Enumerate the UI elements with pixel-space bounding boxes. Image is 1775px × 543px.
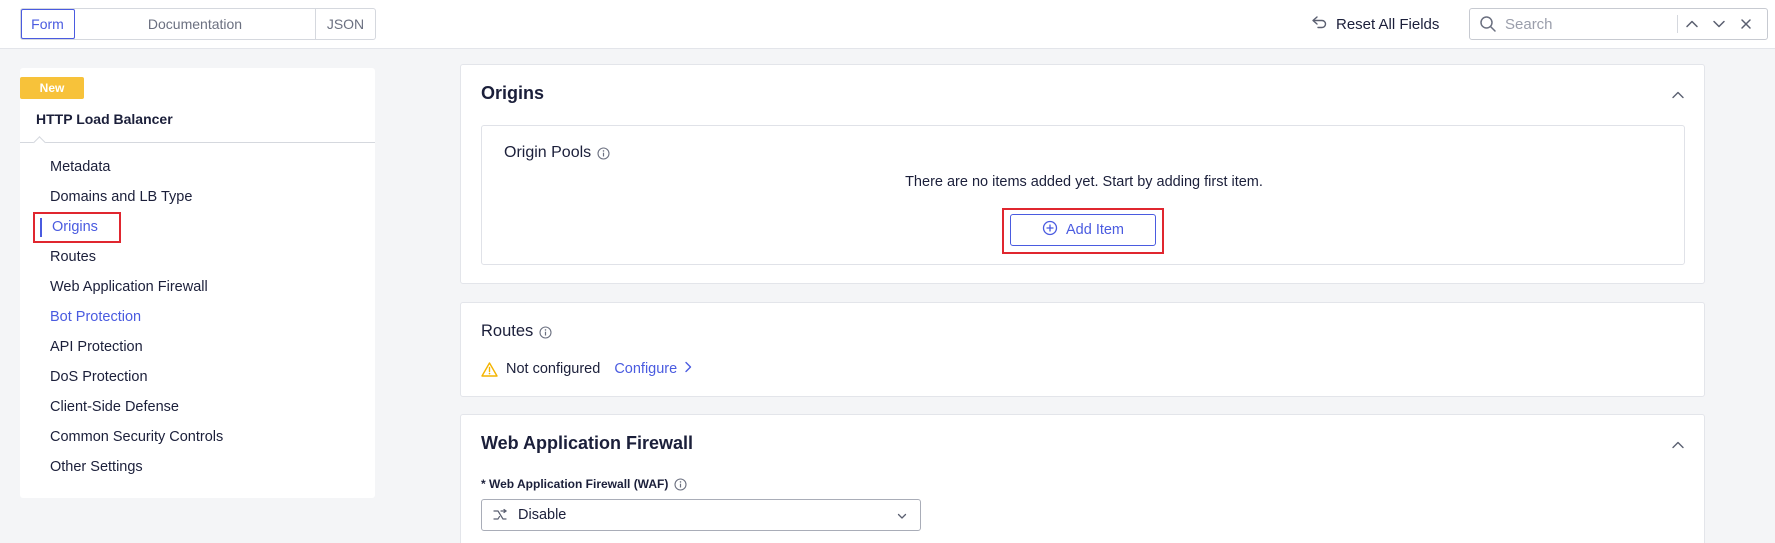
chevron-up-icon[interactable] bbox=[1670, 87, 1686, 103]
chevron-up-icon[interactable] bbox=[1678, 9, 1705, 39]
section-title: Origins bbox=[481, 83, 545, 103]
search-input[interactable] bbox=[1505, 15, 1671, 33]
configure-label: Configure bbox=[614, 361, 678, 377]
routes-status-text: Not configured bbox=[506, 361, 601, 377]
close-icon[interactable] bbox=[1732, 9, 1759, 39]
highlight-box bbox=[33, 212, 121, 243]
new-badge: New bbox=[20, 77, 84, 99]
chevron-up-icon[interactable] bbox=[1670, 437, 1686, 453]
sidebar-item-client-side-defense[interactable]: Client-Side Defense bbox=[20, 392, 375, 422]
search-box bbox=[1469, 8, 1768, 40]
info-icon[interactable] bbox=[539, 325, 552, 339]
tab-form[interactable]: Form bbox=[21, 9, 75, 39]
origin-pools-text: Origin Pools bbox=[504, 144, 592, 161]
origin-pools-box: Origin Pools There are no items added ye… bbox=[481, 125, 1685, 265]
waf-field-label-text: * Web Application Firewall (WAF) bbox=[481, 477, 669, 491]
empty-state-message: There are no items added yet. Start by a… bbox=[905, 174, 1263, 190]
tab-json[interactable]: JSON bbox=[316, 9, 375, 39]
search-icon bbox=[1479, 15, 1497, 33]
reset-all-fields-button[interactable]: Reset All Fields bbox=[1310, 13, 1439, 35]
sidebar-item-other-settings[interactable]: Other Settings bbox=[20, 452, 375, 482]
routes-section: Routes Not configured Configure bbox=[460, 302, 1705, 397]
sidebar-item-domains-and-lb-type[interactable]: Domains and LB Type bbox=[20, 182, 375, 212]
sidebar-item-origins[interactable]: Origins bbox=[20, 212, 375, 243]
warning-icon bbox=[481, 361, 498, 377]
sidebar-title: HTTP Load Balancer bbox=[36, 111, 173, 127]
top-bar: Form Documentation JSON Reset All Fields bbox=[0, 0, 1775, 49]
sidebar-item-metadata[interactable]: Metadata bbox=[20, 152, 375, 182]
origins-section: Origins Origin Pools There are no items … bbox=[460, 64, 1705, 284]
sidebar-item-bot-protection[interactable]: Bot Protection bbox=[20, 302, 375, 332]
routes-status: Not configured Configure bbox=[481, 361, 693, 377]
chevron-right-icon bbox=[683, 361, 693, 377]
sidebar: New HTTP Load Balancer Metadata Domains … bbox=[20, 68, 375, 498]
add-item-label: Add Item bbox=[1065, 222, 1125, 238]
info-icon[interactable] bbox=[674, 477, 687, 491]
chevron-down-icon[interactable] bbox=[1705, 9, 1732, 39]
section-title: Web Application Firewall bbox=[481, 433, 694, 453]
chevron-down-icon bbox=[896, 509, 908, 521]
waf-select-value: Disable bbox=[518, 507, 567, 523]
waf-field-label: * Web Application Firewall (WAF) bbox=[481, 477, 687, 491]
sidebar-item-dos-protection[interactable]: DoS Protection bbox=[20, 362, 375, 392]
origin-pools-label: Origin Pools bbox=[504, 144, 610, 162]
sidebar-item-common-security-controls[interactable]: Common Security Controls bbox=[20, 422, 375, 452]
waf-select[interactable]: Disable bbox=[481, 499, 921, 531]
info-icon[interactable] bbox=[597, 146, 610, 160]
undo-icon bbox=[1310, 13, 1328, 35]
tab-documentation[interactable]: Documentation bbox=[75, 9, 316, 39]
highlight-box: Add Item bbox=[1002, 208, 1164, 254]
sidebar-nav: Metadata Domains and LB Type Origins Rou… bbox=[20, 152, 375, 482]
add-item-button[interactable]: Add Item bbox=[1010, 214, 1156, 246]
routes-title: Routes bbox=[481, 322, 552, 341]
plus-circle-icon bbox=[1042, 220, 1058, 240]
reset-label: Reset All Fields bbox=[1336, 15, 1440, 33]
active-indicator bbox=[40, 218, 42, 237]
routes-title-text: Routes bbox=[481, 322, 534, 340]
sidebar-divider bbox=[20, 142, 375, 143]
sidebar-item-api-protection[interactable]: API Protection bbox=[20, 332, 375, 362]
waf-section: Web Application Firewall * Web Applicati… bbox=[460, 414, 1705, 543]
configure-link[interactable]: Configure bbox=[614, 361, 693, 377]
sidebar-notch bbox=[33, 136, 46, 149]
sidebar-item-routes[interactable]: Routes bbox=[20, 242, 375, 272]
branch-icon bbox=[492, 507, 508, 523]
sidebar-item-web-application-firewall[interactable]: Web Application Firewall bbox=[20, 272, 375, 302]
view-mode-tabs: Form Documentation JSON bbox=[20, 8, 376, 40]
